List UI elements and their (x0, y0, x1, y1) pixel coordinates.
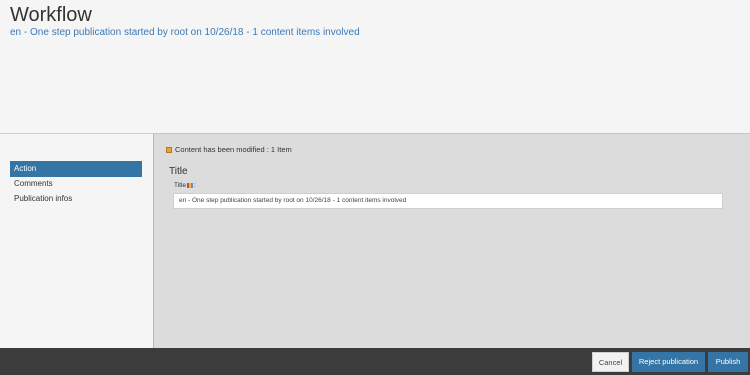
content-item-icon (166, 146, 172, 153)
page-title: Workflow (10, 4, 92, 26)
language-flag-icon (187, 183, 194, 188)
main-panel: Content has been modified : 1 Item Title… (153, 133, 750, 348)
content-modified-notice: Content has been modified : 1 Item (166, 145, 292, 154)
publish-button[interactable]: Publish (708, 352, 748, 372)
sidebar-item-publication-infos[interactable]: Publication infos (10, 191, 142, 207)
title-field-label-suffix: : (194, 182, 196, 189)
title-field-label: Title : (174, 182, 196, 189)
footer-bar: Cancel Reject publication Publish (0, 348, 750, 375)
title-field-label-text: Title (174, 182, 187, 189)
title-input[interactable]: en - One step publication started by roo… (173, 193, 723, 209)
page-subtitle: en - One step publication started by roo… (10, 27, 360, 38)
section-title: Title (169, 166, 188, 177)
content-modified-text: Content has been modified : 1 Item (175, 145, 292, 154)
sidebar-item-action[interactable]: Action (10, 161, 142, 177)
cancel-button[interactable]: Cancel (592, 352, 629, 372)
workflow-header: Workflow en - One step publication start… (0, 0, 750, 133)
sidebar-item-comments[interactable]: Comments (10, 176, 142, 192)
sidebar: Action Comments Publication infos (0, 133, 153, 348)
reject-publication-button[interactable]: Reject publication (632, 352, 705, 372)
